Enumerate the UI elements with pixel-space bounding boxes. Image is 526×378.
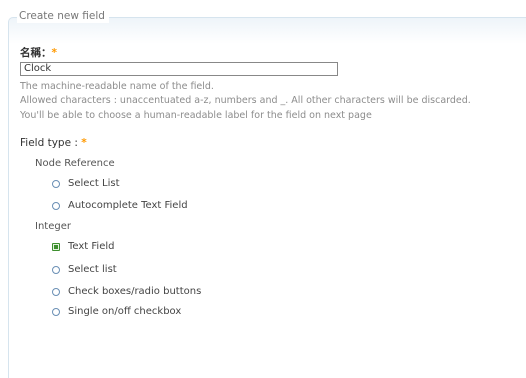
required-marker: * <box>51 47 58 59</box>
option-text-field[interactable]: Text Field <box>52 240 114 254</box>
field-type-label-text: Field type : <box>20 137 78 149</box>
option-autocomplete-text-field[interactable]: Autocomplete Text Field <box>52 199 188 213</box>
radio-icon[interactable] <box>52 308 60 316</box>
option-check-boxes-radio-buttons[interactable]: Check boxes/radio buttons <box>52 285 201 299</box>
radio-icon[interactable] <box>52 266 60 274</box>
fieldset-legend: Create new field <box>17 9 109 23</box>
name-label-text: 名稱： <box>20 47 52 59</box>
radio-icon[interactable] <box>52 180 60 188</box>
name-label: 名稱：* <box>20 46 57 60</box>
field-name-input[interactable] <box>20 62 338 76</box>
option-label: Single on/off checkbox <box>68 306 182 317</box>
radio-icon[interactable] <box>52 202 60 210</box>
option-label: Select list <box>68 264 117 275</box>
group-integer: Integer <box>35 221 71 232</box>
radio-icon[interactable] <box>52 288 60 296</box>
option-label: Select List <box>68 178 120 189</box>
option-select-list-integer[interactable]: Select list <box>52 263 117 277</box>
option-label: Check boxes/radio buttons <box>68 286 202 297</box>
option-select-list[interactable]: Select List <box>52 177 120 191</box>
radio-selected-icon[interactable] <box>52 243 60 251</box>
option-label: Text Field <box>68 241 115 252</box>
group-node-reference: Node Reference <box>35 158 115 169</box>
field-type-required-marker: * <box>81 137 87 149</box>
description-line-2: Allowed characters : unaccentuated a-z, … <box>20 95 471 106</box>
option-label: Autocomplete Text Field <box>68 200 188 211</box>
description-line-3: You'll be able to choose a human-readabl… <box>20 110 372 121</box>
description-line-1: The machine-readable name of the field. <box>20 81 214 92</box>
field-type-label: Field type : * <box>20 136 87 150</box>
option-single-on-off-checkbox[interactable]: Single on/off checkbox <box>52 305 181 319</box>
